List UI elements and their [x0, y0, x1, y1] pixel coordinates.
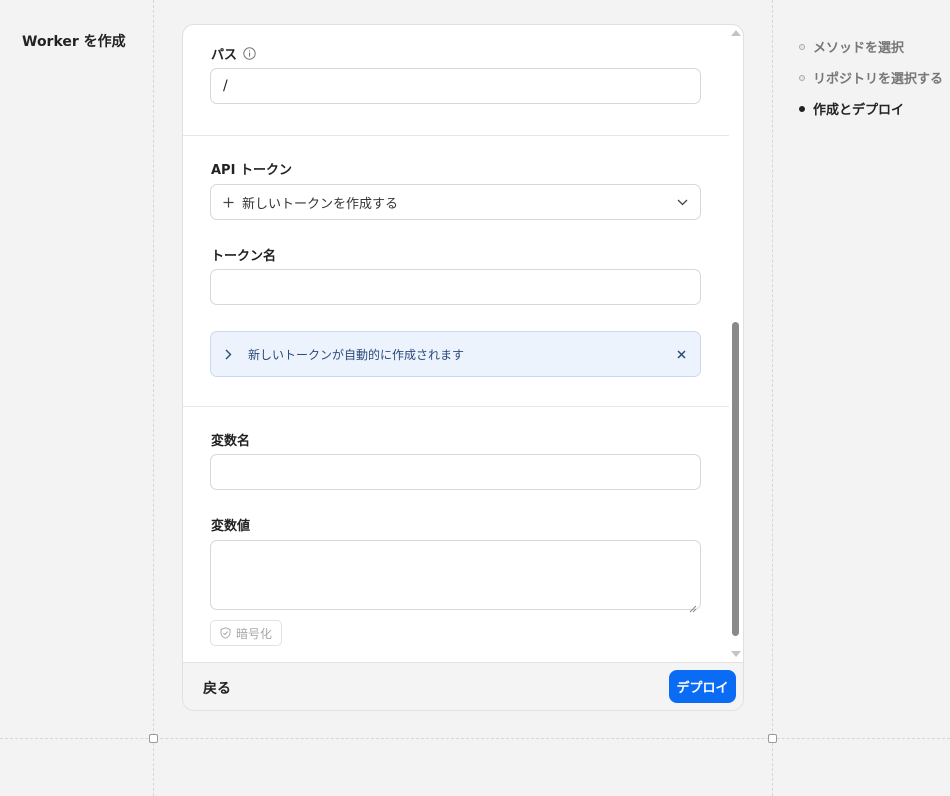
api-token-select[interactable]: 新しいトークンを作成する	[210, 184, 701, 220]
scrollbar[interactable]	[730, 25, 742, 662]
step-select-repository[interactable]: リポジトリを選択する	[799, 62, 943, 93]
var-value-label: 変数値	[211, 519, 251, 534]
chevron-down-icon	[677, 199, 688, 206]
path-label-row: パス	[211, 44, 256, 63]
step-label: 作成とデプロイ	[813, 103, 905, 118]
info-icon[interactable]	[243, 47, 256, 60]
token-name-input[interactable]	[210, 269, 701, 305]
step-select-method[interactable]: メソッドを選択	[799, 31, 943, 62]
var-name-label: 変数名	[211, 434, 251, 449]
var-value-textarea[interactable]	[210, 540, 701, 613]
deploy-button[interactable]: デプロイ	[669, 670, 736, 703]
step-dot-icon	[799, 43, 805, 50]
resize-handle-icon[interactable]	[689, 598, 697, 613]
section-divider	[183, 135, 729, 136]
back-button[interactable]: 戻る	[203, 678, 231, 698]
close-icon[interactable]	[677, 349, 686, 359]
layout-guide-left	[153, 0, 154, 796]
chevron-right-icon[interactable]	[225, 349, 232, 360]
layout-guide-right	[772, 0, 773, 796]
scroll-down-arrow-icon[interactable]	[731, 651, 741, 657]
layout-guide-bottom	[0, 738, 950, 739]
scroll-up-arrow-icon[interactable]	[731, 30, 741, 36]
create-worker-card: パス / API トークン 新しいトークンを作成する トークン名 新しいトークン…	[182, 24, 744, 711]
token-name-label: トークン名	[211, 249, 277, 264]
step-create-and-deploy[interactable]: 作成とデプロイ	[799, 93, 943, 124]
api-token-label: API トークン	[211, 163, 292, 178]
path-label: パス	[211, 48, 238, 63]
section-divider	[183, 406, 729, 407]
api-token-selected-label: 新しいトークンを作成する	[242, 196, 399, 212]
step-dot-icon	[799, 74, 805, 81]
token-notice: 新しいトークンが自動的に作成されます	[210, 331, 701, 377]
step-label: メソッドを選択	[813, 41, 905, 56]
step-label: リポジトリを選択する	[813, 72, 944, 87]
shield-check-icon	[220, 627, 231, 639]
card-footer: 戻る デプロイ	[183, 662, 743, 710]
page-title: Worker を作成	[22, 34, 126, 50]
guide-handle-left[interactable]	[149, 734, 158, 743]
encrypt-button[interactable]: 暗号化	[210, 620, 283, 646]
path-input[interactable]: /	[210, 68, 701, 104]
step-dot-icon	[799, 105, 805, 112]
notice-text: 新しいトークンが自動的に作成されます	[248, 347, 465, 362]
var-name-input[interactable]	[210, 454, 701, 490]
api-token-select-value: 新しいトークンを作成する	[223, 193, 398, 212]
encrypt-label: 暗号化	[236, 626, 273, 641]
progress-steps: メソッドを選択 リポジトリを選択する 作成とデプロイ	[799, 31, 943, 124]
scrollbar-thumb[interactable]	[732, 322, 739, 636]
plus-icon	[223, 197, 234, 208]
guide-handle-right[interactable]	[768, 734, 777, 743]
